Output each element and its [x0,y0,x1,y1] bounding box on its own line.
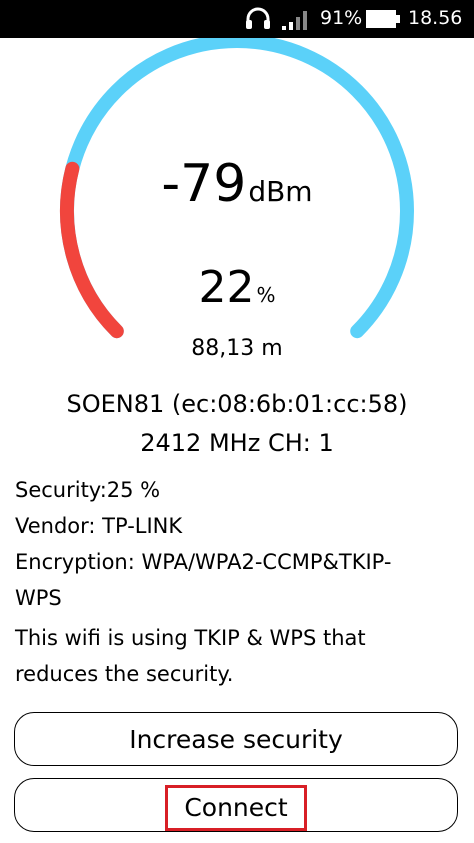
distance-estimate: 88,13 m [191,336,283,361]
network-freq-channel: 2412 MHz CH: 1 [140,429,334,457]
headset-icon [245,7,271,35]
signal-percent: 22% [0,260,474,323]
warning-line-2: reduces the security. [15,662,234,686]
encryption-line-2: WPS [15,586,62,610]
connect-button[interactable]: Connect [14,778,458,832]
network-name-mac: SOEN81 (ec:08:6b:01:cc:58) [66,390,408,418]
security-score: Security:25 % [15,478,161,502]
percent-unit: % [256,283,276,307]
vendor: Vendor: TP-LINK [15,514,183,538]
status-bar: 91% 18.56 [0,0,474,38]
clock: 18.56 [408,7,463,29]
warning-line-1: This wifi is using TKIP & WPS that [15,626,366,650]
signal-bars-icon [281,7,309,35]
dbm-unit: dBm [248,175,313,208]
encryption-line-1: Encryption: WPA/WPA2-CCMP&TKIP- [15,550,392,574]
dbm-number: -79 [161,154,247,214]
battery-percent: 91% [320,7,363,29]
connect-label: Connect [165,785,307,831]
percent-number: 22 [198,262,255,313]
increase-security-button[interactable]: Increase security [14,712,458,766]
battery-icon [366,10,400,32]
signal-dbm: -79dBm [0,152,474,224]
increase-security-label: Increase security [129,725,343,754]
